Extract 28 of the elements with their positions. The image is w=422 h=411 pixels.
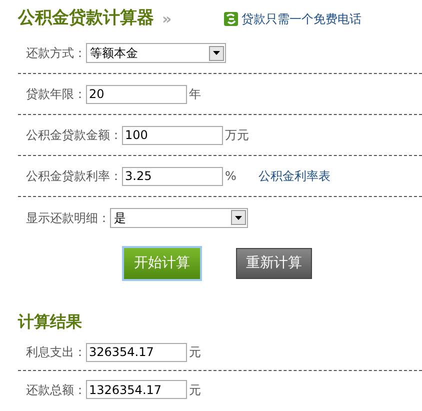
unit-label: 元	[189, 382, 201, 398]
dropdown-caret-icon	[209, 46, 224, 60]
field-label: 贷款年限：	[26, 86, 86, 103]
unit-label: 万元	[225, 127, 249, 144]
chevron-mark: »	[162, 8, 172, 30]
field-label: 还款总额：	[26, 382, 86, 398]
field-label: 公积金贷款金额：	[26, 127, 122, 144]
select-field[interactable]: 等额本金	[86, 43, 226, 63]
unit-label: 元	[189, 344, 201, 361]
promo-link[interactable]: 贷款只需一个免费电话	[224, 10, 362, 28]
input-field[interactable]: 100	[122, 126, 223, 144]
dropdown-caret-icon	[231, 210, 246, 225]
field-label: 还款方式：	[26, 45, 86, 62]
rate-table-link[interactable]: 公积金利率表	[258, 167, 330, 185]
unit-label: %	[225, 168, 236, 185]
phone-logo-icon	[224, 12, 238, 26]
field-label: 公积金贷款利率：	[26, 168, 122, 185]
input-field[interactable]: 3.25	[122, 166, 223, 186]
field-label: 显示还款明细：	[26, 210, 110, 226]
select-field[interactable]: 是	[110, 208, 248, 228]
result-field[interactable]: 326354.17	[86, 342, 187, 362]
results-title: 计算结果	[18, 311, 83, 333]
result-field[interactable]: 1326354.17	[86, 380, 187, 399]
field-label: 利息支出：	[26, 344, 86, 361]
reset-button[interactable]: 重新计算	[236, 248, 312, 279]
calculator-title: 公积金贷款计算器	[18, 7, 154, 30]
input-field[interactable]: 20	[86, 84, 187, 104]
unit-label: 年	[189, 86, 201, 103]
